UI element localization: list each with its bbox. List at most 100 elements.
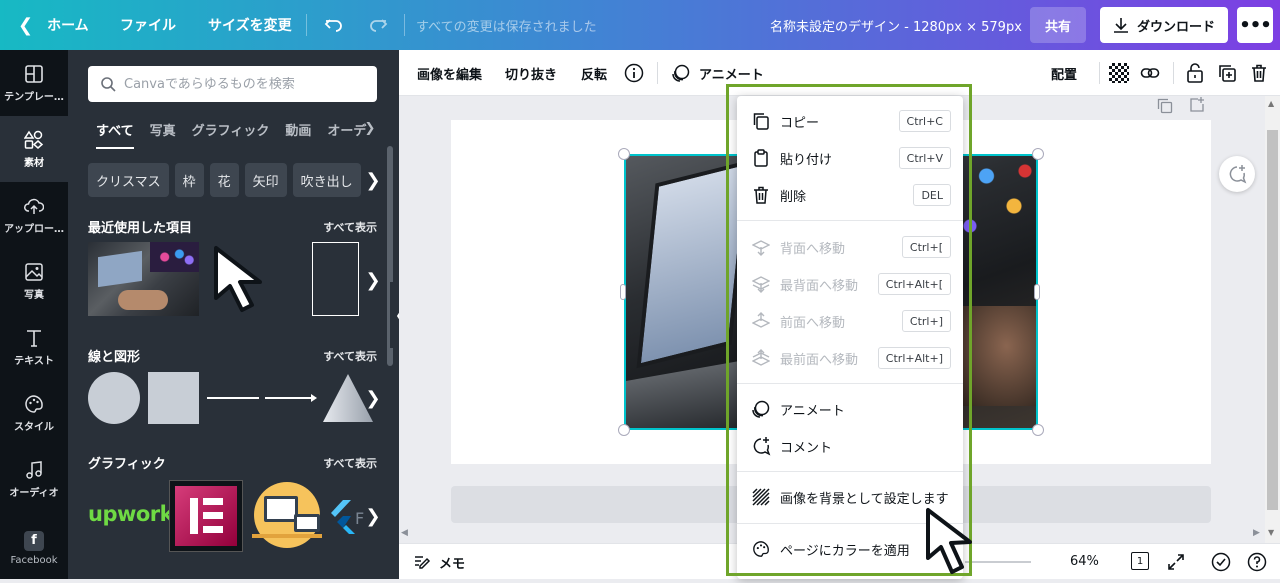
chevron-left-icon: ❮: [18, 14, 34, 36]
computer-illustration[interactable]: [250, 480, 324, 552]
facebook-icon: f: [24, 530, 44, 551]
file-menu[interactable]: ファイル: [120, 0, 176, 50]
square-shape[interactable]: [148, 372, 199, 424]
divider: [657, 62, 658, 84]
recent-heading: 最近使用した項目: [88, 221, 193, 236]
highlight-box: [726, 84, 972, 576]
zoom-level[interactable]: 64%: [1070, 554, 1099, 569]
resize-button[interactable]: サイズを変更: [208, 0, 292, 50]
category-tabs: すべて 写真 グラフィック 動画 オーデ: [96, 120, 366, 149]
rail-audio[interactable]: オーディオ: [0, 446, 68, 512]
line-shape[interactable]: [207, 397, 259, 399]
flip-button[interactable]: 反転: [581, 50, 607, 96]
search-box[interactable]: [88, 66, 377, 102]
transparency-icon[interactable]: [1109, 63, 1129, 83]
tab-all[interactable]: すべて: [96, 120, 134, 149]
chip[interactable]: 吹き出し: [292, 163, 361, 197]
search-icon: [101, 77, 116, 92]
upwork-logo-text: upwork: [88, 502, 174, 526]
graphics-heading: グラフィック: [88, 457, 166, 472]
text-icon: [27, 329, 41, 347]
scroll-right-arrow[interactable]: ▶: [1253, 528, 1260, 538]
search-input[interactable]: [124, 76, 364, 92]
cursor-icon: [214, 246, 262, 312]
chevron-right-icon[interactable]: ❯: [365, 268, 381, 292]
document-title[interactable]: 名称未設定のデザイン - 1280px × 579px: [770, 0, 1022, 50]
elements-panel: すべて 写真 グラフィック 動画 オーデ ❯ クリスマス 枠 花 矢印 吹き出し…: [68, 50, 399, 579]
save-status: すべての変更は保存されました: [416, 19, 597, 35]
lock-icon[interactable]: [1185, 50, 1205, 96]
rail-templates[interactable]: テンプレー…: [0, 50, 68, 116]
see-all-link[interactable]: すべて表示: [323, 348, 377, 364]
top-bar: ❮ ホーム ファイル サイズを変更 すべての変更は保存されました 名称未設定のデ…: [0, 0, 1280, 50]
tab-graphics[interactable]: グラフィック: [192, 120, 270, 149]
resize-handle[interactable]: [1032, 148, 1044, 160]
chevron-right-icon[interactable]: ❯: [365, 504, 381, 528]
add-page-icon[interactable]: [1189, 96, 1205, 116]
chevron-right-icon[interactable]: ❯: [362, 116, 378, 140]
rail-label: 写真: [24, 289, 44, 301]
shapes-heading: 線と図形: [88, 350, 141, 365]
edit-image-button[interactable]: 画像を編集: [417, 50, 482, 96]
help-icon[interactable]: [1247, 552, 1267, 576]
link-icon[interactable]: [1140, 50, 1160, 96]
vertical-scrollbar[interactable]: ▲ ▼: [1265, 96, 1280, 543]
share-button[interactable]: 共有: [1030, 7, 1086, 43]
tab-audio[interactable]: オーデ: [327, 120, 366, 149]
suggestion-chips: クリスマス 枠 花 矢印 吹き出し: [88, 163, 361, 197]
recent-cursor-thumbnail[interactable]: [210, 242, 282, 320]
elementor-logo[interactable]: [169, 480, 243, 552]
recent-laptop-thumbnail[interactable]: [88, 242, 199, 316]
rail-styles[interactable]: スタイル: [0, 380, 68, 446]
resize-handle[interactable]: [620, 284, 626, 300]
chevron-right-icon[interactable]: ❯: [365, 386, 381, 410]
scroll-left-arrow[interactable]: ◀: [401, 528, 408, 538]
fullscreen-icon[interactable]: [1167, 553, 1185, 575]
tab-photos[interactable]: 写真: [150, 120, 176, 149]
duplicate-page-icon[interactable]: [1157, 98, 1173, 118]
trash-icon[interactable]: [1249, 50, 1269, 96]
download-button[interactable]: ダウンロード: [1100, 7, 1228, 43]
rail-elements[interactable]: 素材: [0, 116, 68, 182]
upwork-logo[interactable]: upwork: [88, 502, 174, 526]
rail-text[interactable]: テキスト: [0, 314, 68, 380]
circle-shape[interactable]: [88, 372, 140, 424]
animate-label: アニメート: [699, 67, 764, 83]
page-count-icon[interactable]: 1: [1129, 552, 1149, 572]
see-all-link[interactable]: すべて表示: [323, 455, 377, 471]
more-options-button[interactable]: •••: [1237, 7, 1273, 43]
see-all-link[interactable]: すべて表示: [323, 219, 377, 235]
chevron-right-icon[interactable]: ❯: [365, 168, 381, 192]
redo-icon[interactable]: [368, 0, 388, 50]
chip[interactable]: 矢印: [244, 163, 287, 197]
resize-handle[interactable]: [618, 424, 630, 436]
arrow-line-shape[interactable]: [265, 390, 319, 410]
page-count: 1: [1131, 552, 1149, 570]
resize-handle[interactable]: [1032, 424, 1044, 436]
recent-frame-thumbnail[interactable]: [312, 242, 359, 316]
rail-label: テンプレー…: [4, 91, 64, 103]
chip[interactable]: 花: [209, 163, 239, 197]
divider: [306, 14, 307, 36]
resize-handle[interactable]: [618, 148, 630, 160]
chip[interactable]: クリスマス: [88, 163, 169, 197]
elements-icon: [24, 130, 44, 149]
chip[interactable]: 枠: [174, 163, 204, 197]
rail-photos[interactable]: 写真: [0, 248, 68, 314]
resize-handle[interactable]: [1034, 284, 1040, 300]
rail-facebook[interactable]: f Facebook: [0, 518, 68, 578]
check-icon[interactable]: [1211, 552, 1231, 576]
home-button[interactable]: ❮ ホーム: [18, 0, 89, 50]
palette-icon: [25, 394, 43, 413]
undo-icon[interactable]: [324, 0, 344, 50]
rail-label: 素材: [24, 157, 44, 169]
tab-videos[interactable]: 動画: [285, 120, 311, 149]
duplicate-icon[interactable]: [1217, 50, 1237, 96]
download-icon: [1113, 18, 1128, 33]
crop-button[interactable]: 切り抜き: [505, 50, 557, 96]
add-comment-button[interactable]: [1219, 156, 1255, 192]
info-icon[interactable]: [624, 50, 644, 96]
rail-uploads[interactable]: アップロー…: [0, 182, 68, 248]
notes-button[interactable]: メモ: [413, 544, 465, 580]
position-button[interactable]: 配置: [1051, 50, 1077, 96]
